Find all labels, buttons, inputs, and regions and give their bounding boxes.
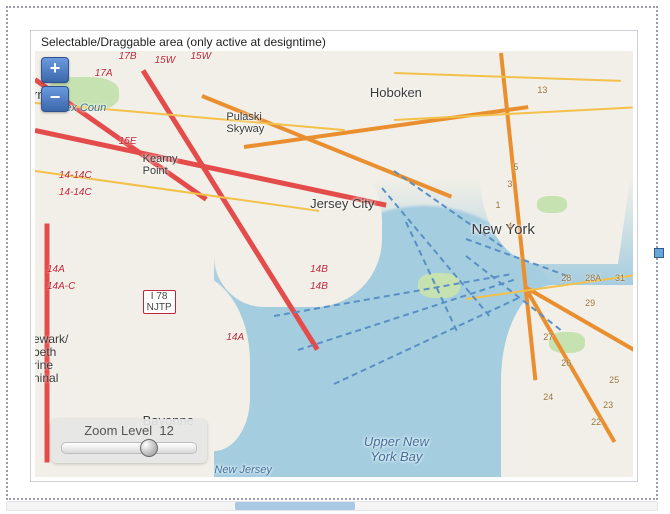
exit-28: 28 <box>561 273 571 283</box>
exit-22: 22 <box>591 417 601 427</box>
label-pulaski: PulaskiSkyway <box>226 111 264 135</box>
exit-23: 23 <box>603 400 613 410</box>
exit-29: 29 <box>585 298 595 308</box>
shield-15E: 15E <box>119 136 137 147</box>
zoom-label: Zoom Level <box>84 423 152 438</box>
shield-17A: 17A <box>95 68 113 79</box>
shield-15W: 15W <box>155 55 176 66</box>
design-canvas[interactable]: Selectable/Draggable area (only active a… <box>6 6 658 500</box>
exit-28A: 28A <box>585 273 601 283</box>
zoom-slider[interactable] <box>61 442 197 454</box>
label-ewark: ewark/bethrineninal <box>35 333 68 385</box>
shield-14B: 14B <box>310 264 328 275</box>
selection-handle-right[interactable] <box>654 248 664 258</box>
zoom-in-button[interactable]: + <box>41 57 69 83</box>
label-kearny: KearnyPoint <box>143 153 178 177</box>
shield-14A-C: 14A-C <box>47 281 75 292</box>
shield-14-14C: 14-14C <box>59 170 92 181</box>
label-new-jersey: New Jersey <box>214 464 271 476</box>
map-title: Selectable/Draggable area (only active a… <box>39 35 328 49</box>
zoom-out-button[interactable]: − <box>41 86 69 112</box>
exit-3: 3 <box>507 179 512 189</box>
shield-14B-2: 14B <box>310 281 328 292</box>
label-jersey-city: Jersey City <box>310 196 374 211</box>
exit-26: 26 <box>561 358 571 368</box>
zoom-buttons: + − <box>41 57 69 115</box>
map-component[interactable]: Selectable/Draggable area (only active a… <box>30 30 638 482</box>
map-viewport[interactable]: Hoboken Jersey City New York Bayonne Upp… <box>35 51 633 477</box>
zoom-value: 12 <box>159 423 173 438</box>
horizontal-scrollbar[interactable] <box>6 501 658 511</box>
shield-14A: 14A <box>47 264 65 275</box>
exit-1: 1 <box>495 200 500 210</box>
scrollbar-thumb[interactable] <box>235 502 355 510</box>
shield-14-14C-2: 14-14C <box>59 187 92 198</box>
exit-13: 13 <box>537 85 547 95</box>
label-hoboken: Hoboken <box>370 85 422 100</box>
exit-25: 25 <box>609 375 619 385</box>
exit-31: 31 <box>615 273 625 283</box>
label-new-york: New York <box>472 221 535 238</box>
exit-5: 5 <box>513 162 518 172</box>
exit-24: 24 <box>543 392 553 402</box>
zoom-level-panel: Zoom Level 12 <box>51 419 207 463</box>
label-upper-bay: Upper NewYork Bay <box>364 434 429 464</box>
shield-14A-mid: 14A <box>226 332 244 343</box>
exit-27: 27 <box>543 332 553 342</box>
shield-17B: 17B <box>119 51 137 62</box>
zoom-slider-thumb[interactable] <box>140 439 158 457</box>
exit-4: 4 <box>507 221 512 231</box>
shield-15W-2: 15W <box>190 51 211 62</box>
shield-I78: I 78NJTP <box>143 290 176 314</box>
